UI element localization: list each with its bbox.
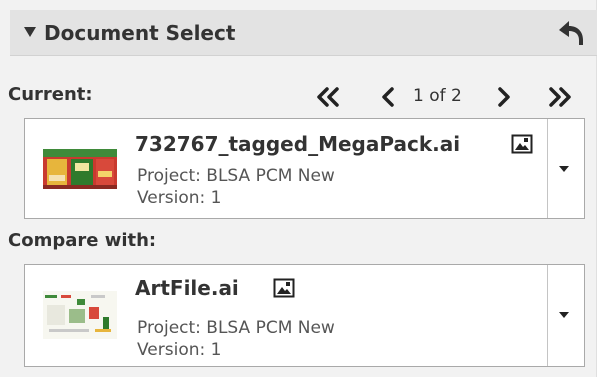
page-indicator: 1 of 2 [413,86,462,106]
current-document-select[interactable]: 732767_tagged_MegaPack.ai Project: BLSA … [25,119,548,218]
panel-title: Document Select [44,21,236,45]
current-document-name: 732767_tagged_MegaPack.ai [135,132,461,156]
compare-document-name: ArtFile.ai [135,276,239,300]
compare-document-thumbnail [35,281,125,347]
image-icon [511,134,533,154]
undo-arrow-icon [559,21,583,45]
previous-page-button[interactable] [378,84,400,112]
last-page-button[interactable] [544,84,574,112]
first-page-button[interactable] [314,84,344,112]
compare-document-select[interactable]: ArtFile.ai Project: BLSA PCM New Version… [25,265,548,366]
caret-down-icon [559,312,569,318]
current-document-card: 732767_tagged_MegaPack.ai Project: BLSA … [24,118,585,219]
triangle-down-icon[interactable] [24,27,36,37]
compare-document-project: Project: BLSA PCM New [137,318,335,338]
image-icon [273,278,295,298]
chevron-left-icon [382,87,394,107]
compare-document-version: Version: 1 [137,340,222,360]
panel-header[interactable]: Document Select [10,10,597,56]
current-label: Current: [8,84,93,105]
next-page-button[interactable] [492,84,514,112]
chevron-right-icon [498,87,510,107]
compare-document-card: ArtFile.ai Project: BLSA PCM New Version… [24,264,585,367]
caret-down-icon [559,166,569,172]
current-document-project: Project: BLSA PCM New [137,166,335,186]
compare-with-label: Compare with: [8,230,157,251]
current-document-thumbnail [35,135,125,201]
current-document-version: Version: 1 [137,188,222,208]
current-document-dropdown[interactable] [547,119,584,218]
document-select-panel: Document Select Current: 1 of 2 732767_t… [0,0,597,377]
double-chevron-left-icon [317,87,339,107]
undo-button[interactable] [555,18,587,48]
double-chevron-right-icon [549,87,571,107]
compare-document-dropdown[interactable] [547,265,584,366]
